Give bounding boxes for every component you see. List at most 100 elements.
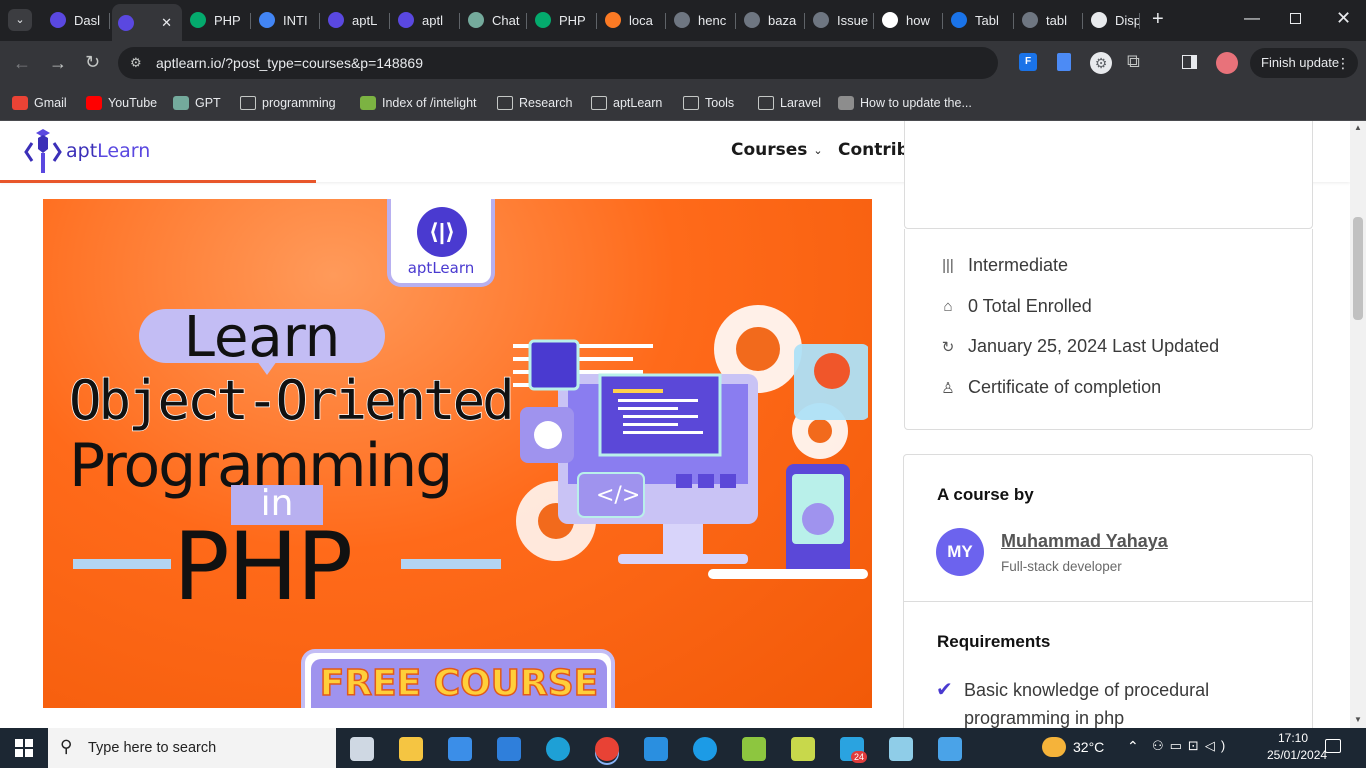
taskbar-search-box[interactable]: ⚲ Type here to search [48, 728, 336, 768]
requirement-check-icon: ✔ [936, 679, 953, 701]
windows-start-icon[interactable] [15, 739, 33, 757]
notepad-icon[interactable] [889, 737, 913, 761]
scroll-down-arrow[interactable]: ▼ [1354, 715, 1362, 724]
tab-separator [459, 13, 460, 29]
finish-update-button[interactable]: Finish update ⋮ [1250, 48, 1358, 78]
browser-tab[interactable]: PHP [529, 6, 597, 34]
tab-separator [804, 13, 805, 29]
chevron-down-icon: ⌄ [813, 143, 823, 157]
page-scrollbar[interactable]: ▲ ▼ [1350, 121, 1366, 728]
bookmark-label: GPT [195, 96, 221, 110]
nav-courses[interactable]: Courses ⌄ [731, 140, 823, 160]
extension-icon-2[interactable] [1057, 53, 1071, 71]
app-blue-icon[interactable] [693, 737, 717, 761]
reload-button[interactable]: ↻ [85, 53, 100, 71]
tab-label: Chat [492, 12, 520, 28]
banner-line2: Object-Oriented [68, 368, 515, 433]
telegram-badge: 24 [851, 751, 868, 763]
omnibox[interactable]: ⚙ aptlearn.io/?post_type=courses&p=14886… [118, 47, 998, 79]
bookmark-item[interactable]: programming [240, 92, 336, 114]
bookmark-label: Laravel [780, 96, 821, 110]
instructor-name-link[interactable]: Muhammad Yahaya [1001, 531, 1168, 552]
bookmark-item[interactable]: Gmail [12, 92, 67, 114]
restore-button[interactable] [1290, 13, 1301, 24]
profile-avatar[interactable] [1216, 52, 1238, 74]
bookmark-item[interactable]: aptLearn [591, 92, 662, 114]
folder-icon [683, 96, 699, 110]
scroll-up-arrow[interactable]: ▲ [1354, 123, 1362, 132]
bookmark-label: aptLearn [613, 96, 663, 110]
scrollbar-thumb[interactable] [1353, 217, 1363, 320]
browser-tab[interactable]: loca [599, 6, 666, 34]
tray-icons[interactable]: ⚇▭⊡◁) [1152, 738, 1231, 754]
browser-tab[interactable]: PHP [184, 6, 251, 34]
browser-tab[interactable]: aptl [392, 6, 460, 34]
bookmark-item[interactable]: Index of /intelight [360, 92, 477, 114]
tray-chevron-icon[interactable]: ⌃ [1127, 738, 1139, 755]
browser-tab[interactable]: Disp [1085, 6, 1140, 34]
close-window-button[interactable]: ✕ [1336, 8, 1351, 29]
site-logo[interactable]: aptLearn [24, 129, 154, 175]
weather-icon[interactable] [1042, 737, 1066, 757]
bookmark-item[interactable]: Laravel [758, 92, 821, 114]
logo-wordmark-learn: Learn [97, 140, 151, 162]
bookmark-item[interactable]: GPT [173, 92, 221, 114]
bookmark-label: Index of /intelight [382, 96, 477, 110]
book-favicon [951, 12, 967, 28]
bookmark-item[interactable]: YouTube [86, 92, 157, 114]
browser-tab[interactable]: INTI [253, 6, 320, 34]
browser-tab[interactable]: tabl [1016, 6, 1083, 34]
forward-button[interactable]: → [49, 54, 67, 72]
minimize-button[interactable]: — [1244, 10, 1260, 28]
notification-icon[interactable] [1325, 739, 1341, 753]
tab-close-icon[interactable]: ✕ [161, 15, 172, 31]
extensions-puzzle-icon[interactable]: ⧉ [1127, 51, 1140, 72]
clock-date[interactable]: 25/01/2024 [1267, 748, 1327, 762]
browser-tab[interactable]: henc [668, 6, 736, 34]
browser-tab[interactable]: how [876, 6, 943, 34]
extension-icon-3[interactable]: ⚙ [1090, 52, 1112, 74]
instructor-avatar[interactable]: MY [936, 528, 984, 576]
banner-logo-card: ⟨|⟩ aptLearn [387, 199, 495, 287]
url-text[interactable]: aptlearn.io/?post_type=courses&p=148869 [156, 55, 423, 71]
browser-tab[interactable]: Chat [462, 6, 527, 34]
browser-tab[interactable]: ✕ [112, 4, 182, 41]
course-meta-row: ↻ January 25, 2024 Last Updated [905, 336, 1219, 357]
browser-tab[interactable]: Dasl [44, 6, 110, 34]
tab-search-button[interactable]: ⌄ [8, 9, 32, 31]
new-tab-button[interactable]: + [1152, 9, 1164, 29]
weather-temp[interactable]: 32°C [1073, 739, 1104, 755]
git-icon[interactable] [742, 737, 766, 761]
mail-icon[interactable] [497, 737, 521, 761]
youtube-icon [86, 96, 102, 110]
ms-store-icon[interactable] [448, 737, 472, 761]
task-view-icon[interactable] [350, 737, 374, 761]
file-explorer-icon[interactable] [399, 737, 423, 761]
bookmark-item[interactable]: Tools [683, 92, 734, 114]
site-info-icon[interactable]: ⚙ [130, 55, 142, 71]
edge-icon[interactable] [546, 737, 570, 761]
folder-icon [758, 96, 774, 110]
app-green-icon[interactable] [791, 737, 815, 761]
aptlearn-logo-icon [24, 129, 62, 173]
browser-tab[interactable]: aptL [322, 6, 390, 34]
logo-wordmark: aptLearn [66, 140, 150, 162]
bookmarks-bar: Gmail YouTube GPT programming Index of /inte… [0, 85, 1366, 121]
chrome-icon[interactable] [595, 737, 619, 761]
paint-icon[interactable] [938, 737, 962, 761]
vscode-icon[interactable] [644, 737, 668, 761]
clock-time[interactable]: 17:10 [1278, 731, 1308, 745]
bookmark-item[interactable]: How to update the... [838, 92, 972, 114]
browser-tab[interactable]: baza [738, 6, 805, 34]
w3-favicon [535, 12, 551, 28]
banner-logo-text: aptLearn [391, 259, 491, 277]
browser-tab[interactable]: Issue [807, 6, 874, 34]
bookmark-item[interactable]: Research [497, 92, 573, 114]
course-meta-card: ||| Intermediate ⌂ 0 Total Enrolled ↻ January… [904, 229, 1313, 430]
svg-text:</>: </> [596, 483, 640, 508]
browser-tab[interactable]: Tabl [945, 6, 1014, 34]
side-panel-icon[interactable] [1182, 55, 1197, 69]
back-button[interactable]: ← [13, 54, 31, 72]
extension-icon-1[interactable]: F [1019, 53, 1037, 71]
course-meta-text: January 25, 2024 Last Updated [968, 336, 1220, 356]
